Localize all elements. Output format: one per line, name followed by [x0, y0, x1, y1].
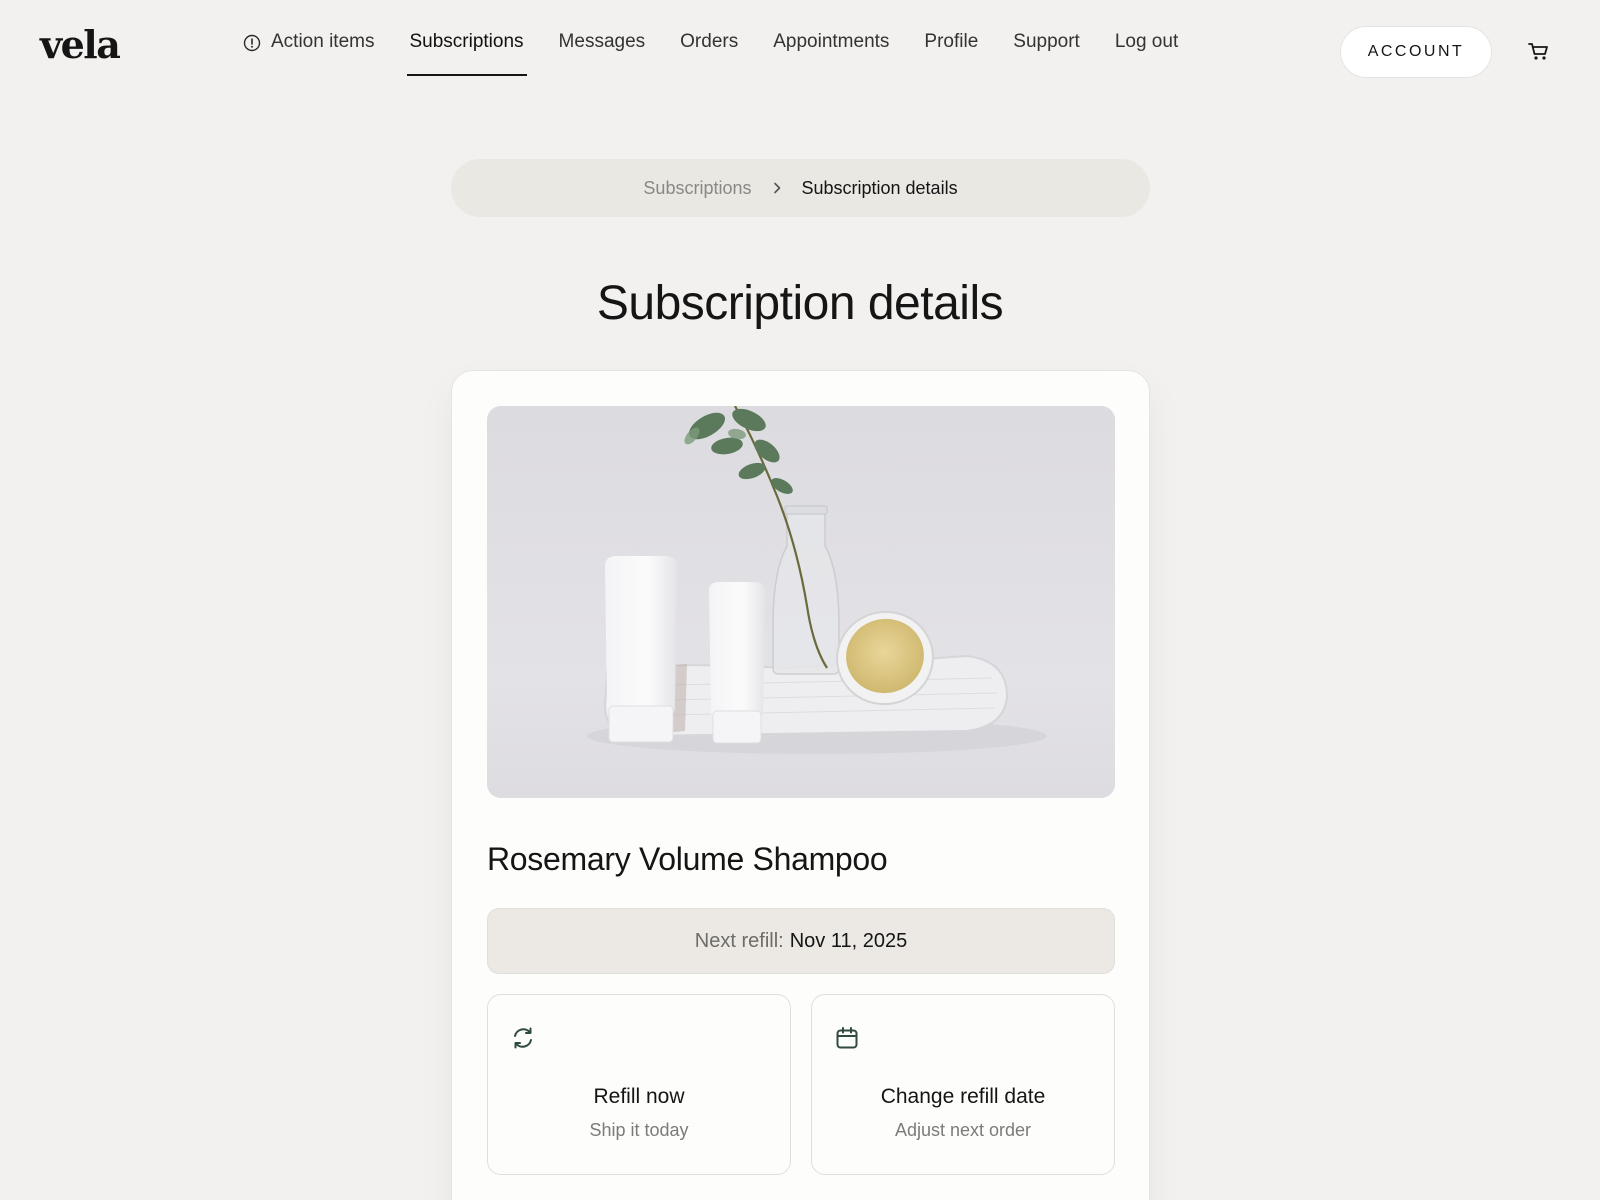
cart-icon[interactable]	[1526, 38, 1552, 64]
change-refill-date-button[interactable]: Change refill date Adjust next order	[811, 994, 1115, 1175]
chevron-right-icon	[771, 181, 783, 195]
nav-label: Action items	[271, 31, 375, 52]
nav-label: Subscriptions	[409, 31, 524, 52]
next-refill-banner: Next refill: Nov 11, 2025	[487, 908, 1115, 974]
nav-item-orders[interactable]: Orders	[680, 30, 738, 76]
nav-label: Support	[1013, 31, 1080, 52]
nav-label: Orders	[680, 31, 739, 52]
nav-item-appointments[interactable]: Appointments	[773, 30, 889, 76]
nav-label: Appointments	[773, 31, 890, 52]
nav-item-profile[interactable]: Profile	[924, 30, 978, 76]
nav-item-messages[interactable]: Messages	[559, 30, 646, 76]
nav-item-subscriptions[interactable]: Subscriptions	[407, 30, 527, 76]
product-name: Rosemary Volume Shampoo	[487, 841, 888, 877]
tile-title: Refill now	[593, 1085, 685, 1108]
nav-label: Log out	[1114, 31, 1179, 52]
main-nav: Action items Subscriptions Messages Orde…	[243, 30, 1213, 76]
alert-circle-icon	[243, 34, 261, 52]
account-button[interactable]: ACCOUNT	[1340, 26, 1492, 78]
nav-label: Profile	[924, 31, 979, 52]
breadcrumb: Subscriptions Subscription details	[451, 159, 1150, 217]
subscription-card: Rosemary Volume Shampoo Next refill: Nov…	[451, 370, 1150, 1200]
breadcrumb-current: Subscription details	[801, 177, 958, 198]
breadcrumb-link-subscriptions[interactable]: Subscriptions	[643, 178, 751, 199]
next-refill-date: Nov 11, 2025	[789, 929, 908, 952]
nav-item-support[interactable]: Support	[1013, 30, 1080, 76]
calendar-icon	[834, 1025, 860, 1051]
brand-logo[interactable]: vela	[40, 22, 121, 67]
nav-label: Messages	[558, 31, 646, 52]
nav-item-action-items[interactable]: Action items	[243, 30, 374, 76]
product-photo	[487, 406, 1115, 798]
next-refill-label: Next refill:	[694, 929, 784, 952]
tile-subtitle: Adjust next order	[894, 1120, 1032, 1140]
page-title: Subscription details	[596, 277, 1004, 330]
refresh-icon	[510, 1025, 536, 1051]
tile-subtitle: Ship it today	[589, 1120, 689, 1140]
tile-title: Change refill date	[880, 1085, 1046, 1108]
refill-now-button[interactable]: Refill now Ship it today	[487, 994, 791, 1175]
nav-item-log-out[interactable]: Log out	[1115, 30, 1178, 76]
